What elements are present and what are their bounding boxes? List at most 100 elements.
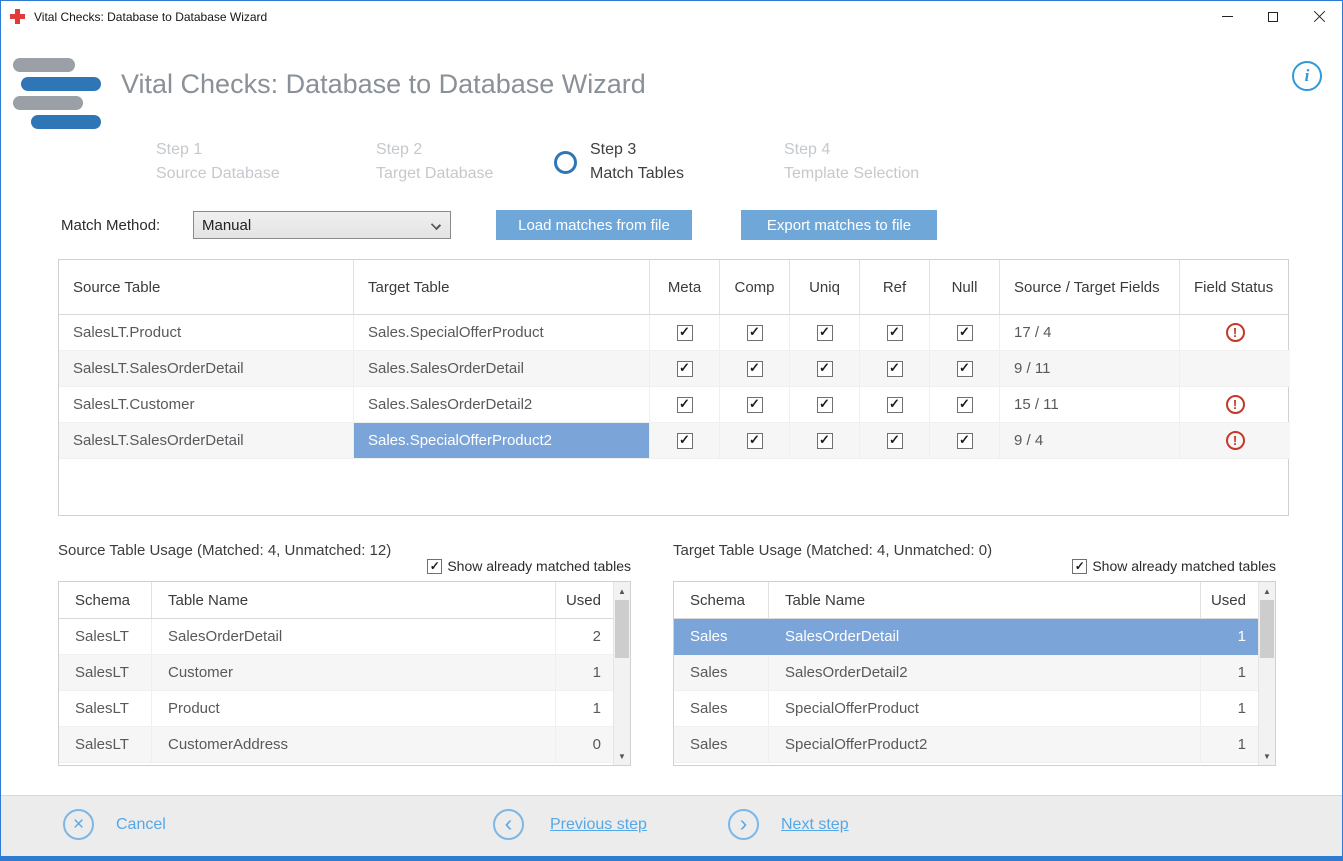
schema-cell[interactable]: Sales	[674, 691, 769, 727]
source-table-cell[interactable]: SalesLT.Customer	[59, 387, 354, 423]
null-checkbox[interactable]	[957, 433, 973, 449]
source-table-cell[interactable]: SalesLT.Product	[59, 315, 354, 351]
table-row[interactable]: SalesLT.SalesOrderDetail Sales.SalesOrde…	[59, 351, 1288, 387]
list-item[interactable]: Sales SalesOrderDetail2 1	[674, 655, 1275, 691]
table-name-cell[interactable]: Customer	[152, 655, 556, 691]
table-name-cell[interactable]: SpecialOfferProduct	[769, 691, 1201, 727]
source-usage-scrollbar[interactable]: ▲ ▼	[613, 582, 630, 765]
table-name-cell[interactable]: Product	[152, 691, 556, 727]
show-matched-checkbox[interactable]	[1072, 559, 1087, 574]
uniq-checkbox[interactable]	[817, 397, 833, 413]
used-cell: 1	[556, 691, 613, 727]
list-item[interactable]: Sales SpecialOfferProduct 1	[674, 691, 1275, 727]
ref-checkbox[interactable]	[887, 397, 903, 413]
ref-checkbox[interactable]	[887, 325, 903, 341]
next-step-icon[interactable]: ›	[728, 809, 759, 840]
fields-count-cell: 15 / 11	[1000, 387, 1180, 423]
scroll-thumb[interactable]	[615, 600, 629, 658]
target-table-cell[interactable]: Sales.SalesOrderDetail2	[354, 387, 650, 423]
schema-cell[interactable]: Sales	[674, 619, 769, 655]
list-item[interactable]: SalesLT CustomerAddress 0	[59, 727, 630, 763]
null-checkbox[interactable]	[957, 325, 973, 341]
comp-checkbox[interactable]	[747, 325, 763, 341]
minimize-button[interactable]	[1204, 1, 1250, 32]
scroll-up-icon[interactable]: ▲	[614, 583, 630, 599]
export-matches-button[interactable]: Export matches to file	[741, 210, 937, 240]
scroll-down-icon[interactable]: ▼	[614, 748, 630, 764]
close-button[interactable]	[1296, 1, 1342, 32]
table-name-cell[interactable]: SalesOrderDetail	[152, 619, 556, 655]
table-name-cell[interactable]: SalesOrderDetail	[769, 619, 1201, 655]
target-usage-scrollbar[interactable]: ▲ ▼	[1258, 582, 1275, 765]
uniq-checkbox[interactable]	[817, 361, 833, 377]
null-checkbox[interactable]	[957, 361, 973, 377]
show-matched-checkbox[interactable]	[427, 559, 442, 574]
schema-cell[interactable]: Sales	[674, 655, 769, 691]
load-matches-button[interactable]: Load matches from file	[496, 210, 692, 240]
uniq-checkbox[interactable]	[817, 325, 833, 341]
table-name-cell[interactable]: SpecialOfferProduct2	[769, 727, 1201, 763]
field-status-error-icon[interactable]	[1226, 323, 1245, 342]
source-table-cell[interactable]: SalesLT.SalesOrderDetail	[59, 351, 354, 387]
source-show-matched[interactable]: Show already matched tables	[58, 558, 631, 574]
comp-checkbox[interactable]	[747, 397, 763, 413]
target-table-cell-selected[interactable]: Sales.SpecialOfferProduct2	[354, 423, 650, 459]
scroll-down-icon[interactable]: ▼	[1259, 748, 1275, 764]
schema-cell[interactable]: SalesLT	[59, 727, 152, 763]
table-name-cell[interactable]: SalesOrderDetail2	[769, 655, 1201, 691]
meta-checkbox[interactable]	[677, 433, 693, 449]
meta-checkbox[interactable]	[677, 397, 693, 413]
next-step-button[interactable]: Next step	[781, 816, 849, 834]
list-item[interactable]: SalesLT Product 1	[59, 691, 630, 727]
list-item[interactable]: Sales SpecialOfferProduct2 1	[674, 727, 1275, 763]
table-row[interactable]: SalesLT.Product Sales.SpecialOfferProduc…	[59, 315, 1288, 351]
uniq-checkbox[interactable]	[817, 433, 833, 449]
ref-checkbox[interactable]	[887, 433, 903, 449]
col-field-status: Field Status	[1180, 260, 1290, 314]
field-status-error-icon[interactable]	[1226, 431, 1245, 450]
scroll-up-icon[interactable]: ▲	[1259, 583, 1275, 599]
maximize-button[interactable]	[1250, 1, 1296, 32]
field-status-error-icon[interactable]	[1226, 395, 1245, 414]
step-3-match-tables[interactable]: Step 3 Match Tables	[554, 138, 684, 186]
step-name: Target Database	[376, 162, 493, 186]
list-item[interactable]: SalesLT Customer 1	[59, 655, 630, 691]
meta-checkbox[interactable]	[677, 361, 693, 377]
col-null: Null	[930, 260, 1000, 314]
schema-cell[interactable]: Sales	[674, 727, 769, 763]
schema-cell[interactable]: SalesLT	[59, 691, 152, 727]
target-usage-table: Schema Table Name Used Sales SalesOrderD…	[673, 581, 1276, 766]
fields-count-cell: 9 / 11	[1000, 351, 1180, 387]
step-1-source-database[interactable]: Step 1 Source Database	[156, 138, 280, 186]
table-row[interactable]: SalesLT.SalesOrderDetail Sales.SpecialOf…	[59, 423, 1288, 459]
meta-checkbox[interactable]	[677, 325, 693, 341]
info-icon[interactable]: i	[1292, 61, 1322, 91]
comp-checkbox[interactable]	[747, 433, 763, 449]
ref-checkbox[interactable]	[887, 361, 903, 377]
table-row[interactable]: SalesLT.Customer Sales.SalesOrderDetail2…	[59, 387, 1288, 423]
match-method-dropdown[interactable]: Manual	[193, 211, 451, 239]
step-2-target-database[interactable]: Step 2 Target Database	[376, 138, 493, 186]
target-usage-title: Target Table Usage (Matched: 4, Unmatche…	[673, 542, 992, 559]
schema-cell[interactable]: SalesLT	[59, 655, 152, 691]
active-step-icon	[554, 151, 577, 174]
comp-checkbox[interactable]	[747, 361, 763, 377]
source-table-cell[interactable]: SalesLT.SalesOrderDetail	[59, 423, 354, 459]
cancel-button[interactable]: Cancel	[116, 816, 166, 834]
target-show-matched[interactable]: Show already matched tables	[673, 558, 1276, 574]
step-4-template-selection[interactable]: Step 4 Template Selection	[784, 138, 919, 186]
schema-cell[interactable]: SalesLT	[59, 619, 152, 655]
step-name: Template Selection	[784, 162, 919, 186]
target-table-cell[interactable]: Sales.SalesOrderDetail	[354, 351, 650, 387]
cancel-icon[interactable]: ×	[63, 809, 94, 840]
previous-step-button[interactable]: Previous step	[550, 816, 647, 834]
target-table-cell[interactable]: Sales.SpecialOfferProduct	[354, 315, 650, 351]
previous-step-icon[interactable]: ‹	[493, 809, 524, 840]
list-item-selected[interactable]: Sales SalesOrderDetail 1	[674, 619, 1275, 655]
table-name-cell[interactable]: CustomerAddress	[152, 727, 556, 763]
col-table-name: Table Name	[152, 582, 556, 618]
scroll-thumb[interactable]	[1260, 600, 1274, 658]
null-checkbox[interactable]	[957, 397, 973, 413]
chevron-down-icon	[431, 220, 441, 230]
list-item[interactable]: SalesLT SalesOrderDetail 2	[59, 619, 630, 655]
